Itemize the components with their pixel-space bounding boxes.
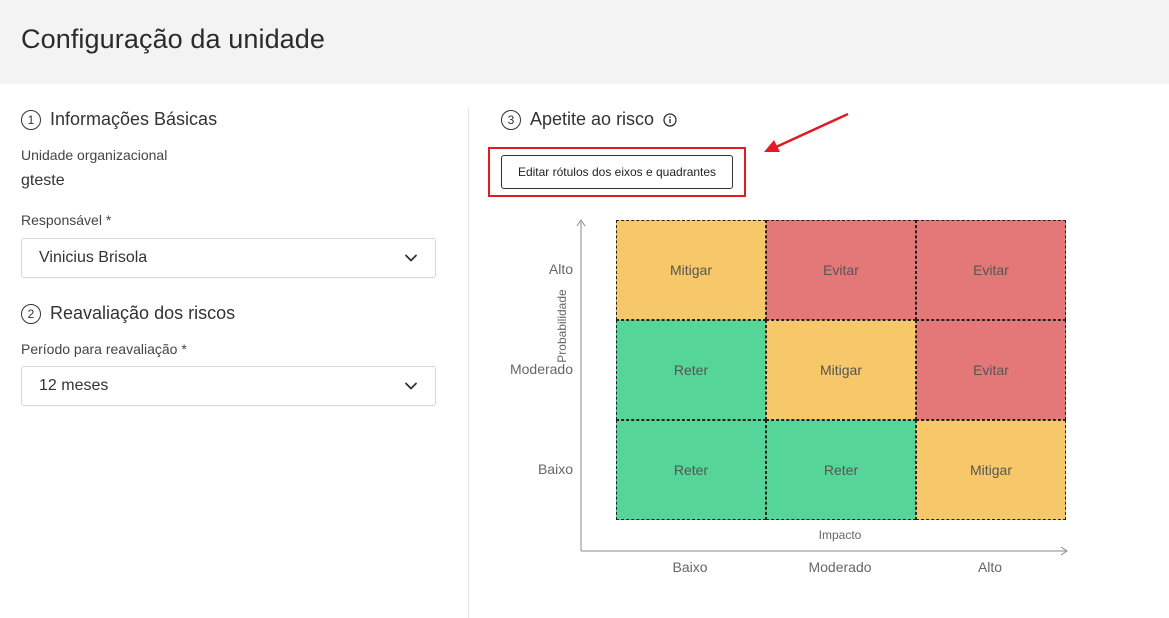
section-appetite-heading: 3 Apetite ao risco — [501, 109, 677, 130]
chevron-down-icon — [404, 379, 418, 393]
section-basic-info-heading: 1 Informações Básicas — [21, 109, 217, 130]
info-icon[interactable] — [663, 112, 677, 127]
y-axis-title: Probabilidade — [555, 289, 569, 363]
section-title-reassess: Reavaliação dos riscos — [50, 303, 236, 323]
owner-select-value: Vinicius Brisola — [39, 249, 148, 266]
org-unit-label: Unidade organizacional — [21, 147, 168, 163]
org-unit-value: gteste — [21, 172, 65, 189]
column-divider — [468, 107, 469, 618]
edit-axis-labels-button[interactable]: Editar rótulos dos eixos e quadrantes — [501, 155, 733, 189]
section-title-appetite: Apetite ao risco — [530, 109, 655, 129]
matrix-cell-mitigar: Mitigar — [766, 320, 916, 420]
annotation-arrow — [764, 112, 849, 152]
y-category-label: Moderado — [509, 361, 573, 377]
owner-label: Responsável * — [21, 212, 112, 228]
matrix-cell-reter: Reter — [616, 320, 766, 420]
step-number-2: 2 — [21, 303, 41, 324]
step-number-3: 3 — [501, 109, 521, 130]
step-number-1: 1 — [21, 109, 41, 130]
period-select-value: 12 meses — [39, 377, 109, 394]
page-header: Configuração da unidade — [0, 0, 1169, 84]
chevron-down-icon — [404, 251, 418, 265]
matrix-cell-reter: Reter — [766, 420, 916, 520]
y-category-label: Baixo — [537, 461, 573, 477]
x-category-label: Alto — [977, 559, 1003, 575]
matrix-cell-mitigar: Mitigar — [616, 220, 766, 320]
period-label: Período para reavaliação * — [21, 341, 187, 357]
matrix-cell-evitar: Evitar — [766, 220, 916, 320]
matrix-cell-evitar: Evitar — [916, 220, 1066, 320]
matrix-cell-reter: Reter — [616, 420, 766, 520]
x-category-label: Moderado — [808, 559, 872, 575]
y-category-label: Alto — [548, 261, 573, 277]
x-category-label: Baixo — [672, 559, 708, 575]
period-select[interactable]: 12 meses — [21, 366, 436, 406]
page-title: Configuração da unidade — [21, 24, 326, 54]
matrix-cell-mitigar: Mitigar — [916, 420, 1066, 520]
section-title-basic-info: Informações Básicas — [50, 109, 218, 129]
x-axis-title: Impacto — [818, 528, 862, 542]
matrix-cell-evitar: Evitar — [916, 320, 1066, 420]
section-reassess-heading: 2 Reavaliação dos riscos — [21, 303, 235, 324]
owner-select[interactable]: Vinicius Brisola — [21, 238, 436, 278]
